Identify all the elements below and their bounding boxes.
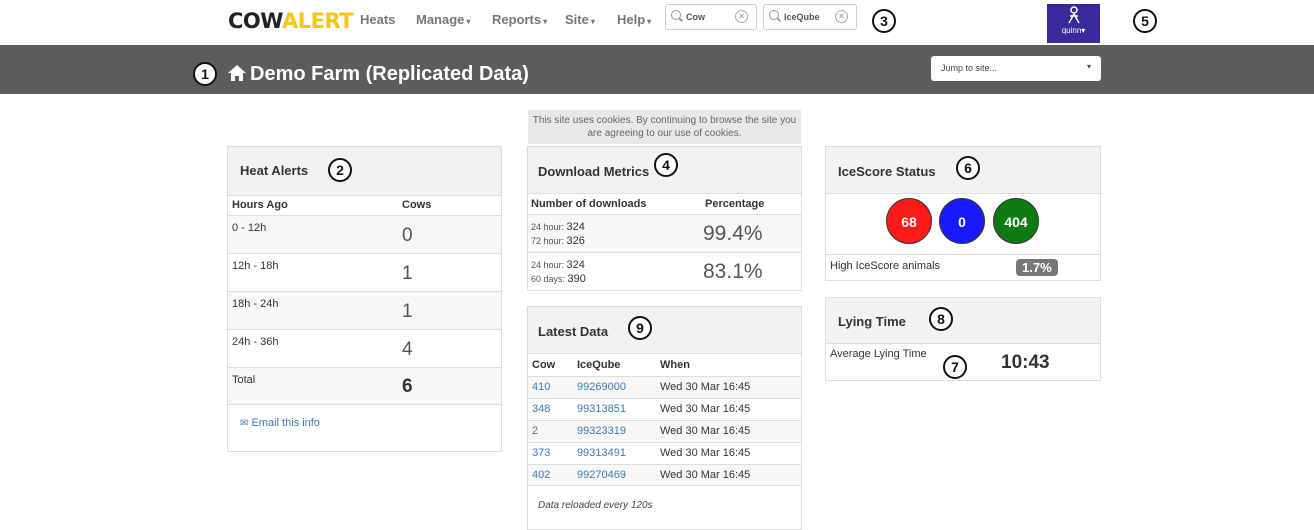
table-row: 373 99313491 Wed 30 Mar 16:45 xyxy=(528,442,801,464)
total-row: Total 6 xyxy=(228,367,501,405)
table-row: 348 99313851 Wed 30 Mar 16:45 xyxy=(528,398,801,420)
iceqube-link[interactable]: 99269000 xyxy=(577,381,626,393)
table-row: 18h - 24h 1 xyxy=(228,291,501,329)
marker-2: 2 xyxy=(328,158,352,182)
iceqube-link[interactable]: 99313491 xyxy=(577,447,626,459)
marker-6: 6 xyxy=(956,156,980,180)
search-icon xyxy=(769,10,779,20)
table-row: 12h - 18h 1 xyxy=(228,253,501,291)
caret-down-icon: ▾ xyxy=(590,17,595,26)
cow-link[interactable]: 402 xyxy=(532,469,550,481)
marker-3: 3 xyxy=(872,9,896,33)
caret-down-icon: ▾ xyxy=(466,17,471,26)
marker-1: 1 xyxy=(193,62,217,86)
envelope-icon: ✉ xyxy=(240,418,249,429)
lying-time-title: Lying Time xyxy=(838,314,906,329)
marker-7: 7 xyxy=(943,355,967,379)
icescore-title: IceScore Status xyxy=(838,164,936,179)
iceqube-search-input[interactable]: IceQube × xyxy=(763,4,857,30)
table-row: 402 99270469 Wed 30 Mar 16:45 xyxy=(528,464,801,486)
latest-data-title: Latest Data xyxy=(538,324,609,339)
average-lying-time-label: Average Lying Time xyxy=(830,348,927,360)
marker-4: 4 xyxy=(654,153,678,177)
average-lying-time-value: 10:43 xyxy=(1001,352,1050,373)
cow-link[interactable]: 2 xyxy=(532,425,538,437)
download-metrics-title: Download Metrics xyxy=(538,164,650,179)
column-header: When xyxy=(660,359,690,371)
icescore-blue-circle[interactable]: 0 xyxy=(939,198,985,244)
table-row: 2 99323319 Wed 30 Mar 16:45 xyxy=(528,420,801,442)
clear-icon[interactable]: × xyxy=(835,10,848,23)
cow-link[interactable]: 373 xyxy=(532,447,550,459)
heat-alerts-title: Heat Alerts xyxy=(240,163,309,178)
iceqube-link[interactable]: 99313851 xyxy=(577,403,626,415)
email-info-link[interactable]: ✉ Email this info xyxy=(240,417,320,429)
nav-help[interactable]: Help ▾ xyxy=(617,12,651,27)
marker-9: 9 xyxy=(628,316,652,340)
table-row: 0 - 12h 0 xyxy=(228,215,501,253)
table-row: 24 hour: 324 60 days: 390 83.1% xyxy=(528,252,801,290)
caret-down-icon: ▾ xyxy=(1086,62,1091,71)
home-icon xyxy=(228,65,246,81)
reload-note: Data reloaded every 120s xyxy=(538,500,653,511)
user-icon xyxy=(1067,6,1080,24)
cow-search-input[interactable]: Cow × xyxy=(665,4,757,30)
lying-time-panel: Lying Time 8 Average Lying Time 7 10:43 xyxy=(825,297,1101,381)
high-icescore-badge: 1.7% xyxy=(1016,259,1058,276)
cowalert-logo[interactable]: COWALERT xyxy=(228,9,354,33)
cow-link[interactable]: 348 xyxy=(532,403,550,415)
cow-link[interactable]: 410 xyxy=(532,381,550,393)
cookie-notice: This site uses cookies. By continuing to… xyxy=(528,110,801,144)
iceqube-link[interactable]: 99270469 xyxy=(577,469,626,481)
caret-down-icon: ▾ xyxy=(647,17,652,26)
nav-site[interactable]: Site ▾ xyxy=(565,12,595,27)
nav-reports[interactable]: Reports ▾ xyxy=(492,12,547,27)
table-row: 24 hour: 324 72 hour: 326 99.4% xyxy=(528,214,801,252)
table-row: 410 99269000 Wed 30 Mar 16:45 xyxy=(528,376,801,398)
caret-down-icon: ▾ xyxy=(543,17,548,26)
clear-icon[interactable]: × xyxy=(735,10,748,23)
jump-to-site-select[interactable]: Jump to site... ▾ xyxy=(931,56,1101,81)
icescore-panel: IceScore Status 6 68 0 404 High IceScore… xyxy=(825,146,1101,281)
search-icon xyxy=(671,10,681,20)
high-icescore-label: High IceScore animals xyxy=(830,260,941,272)
column-header: Cows xyxy=(402,199,432,211)
column-header: IceQube xyxy=(577,359,621,371)
username: quinn xyxy=(1061,26,1082,35)
nav-manage[interactable]: Manage ▾ xyxy=(416,12,470,27)
marker-5: 5 xyxy=(1133,9,1157,33)
table-row: 24h - 36h 4 xyxy=(228,329,501,367)
marker-8: 8 xyxy=(929,307,953,331)
column-header: Number of downloads xyxy=(531,198,647,210)
latest-data-panel: Latest Data 9 Cow IceQube When 410 99269… xyxy=(527,306,802,530)
icescore-red-circle[interactable]: 68 xyxy=(886,198,932,244)
download-metrics-panel: Download Metrics 4 Number of downloads P… xyxy=(527,146,802,291)
page-title: Demo Farm (Replicated Data) xyxy=(228,63,529,86)
iceqube-link[interactable]: 99323319 xyxy=(577,425,626,437)
icescore-green-circle[interactable]: 404 xyxy=(993,198,1039,244)
column-header: Cow xyxy=(532,359,556,371)
user-menu[interactable]: quinn▾ xyxy=(1047,4,1100,43)
nav-heats[interactable]: Heats xyxy=(360,12,395,27)
column-header: Hours Ago xyxy=(232,199,288,211)
heat-alerts-panel: Heat Alerts 2 Hours Ago Cows 0 - 12h 0 1… xyxy=(227,146,502,452)
column-header: Percentage xyxy=(705,198,765,210)
